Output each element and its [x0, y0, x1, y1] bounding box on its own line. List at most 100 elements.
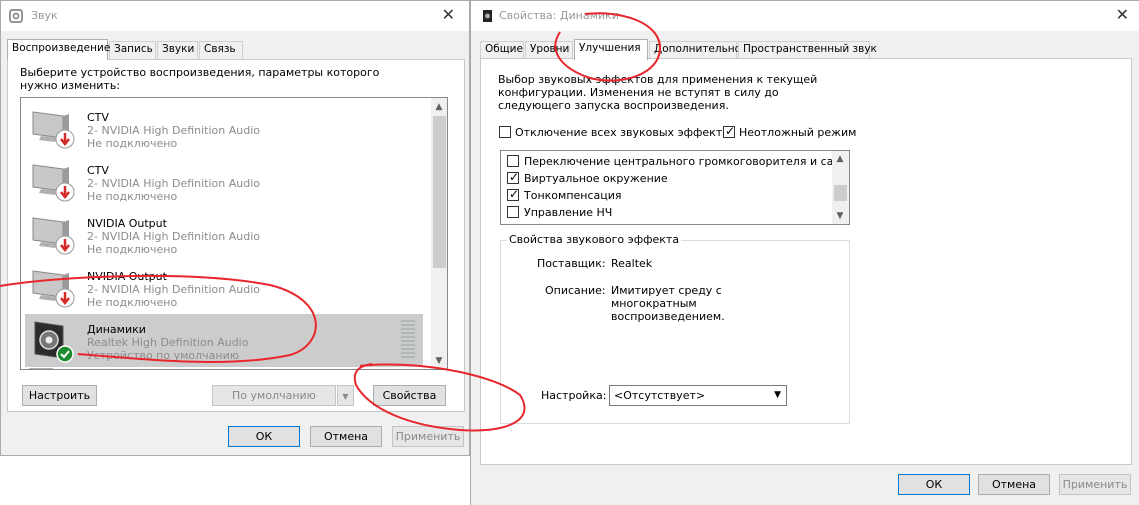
monitor-disconnected-icon: [32, 270, 75, 308]
set-default-dropdown[interactable]: ▼: [337, 385, 354, 406]
title-bar[interactable]: Звук ✕: [1, 1, 469, 31]
provider-label: Поставщик:: [537, 257, 606, 270]
tab-advanced[interactable]: Дополнительно: [649, 41, 741, 59]
device-name: CTV: [87, 111, 109, 124]
device-status: Не подключено: [87, 190, 178, 203]
scroll-down-icon[interactable]: ▼: [431, 356, 447, 366]
tab-recording[interactable]: Запись: [109, 41, 156, 59]
cancel-button[interactable]: Отмена: [310, 426, 382, 447]
apply-button[interactable]: Применить: [392, 426, 464, 447]
properties-window: Свойства: Динамики ✕ Общие Уровни Улучше…: [470, 0, 1139, 505]
speaker-icon: [9, 9, 23, 23]
device-name: NVIDIA Output: [87, 270, 167, 283]
device-list-scrollbar[interactable]: ▲ ▼: [431, 98, 447, 369]
immediate-mode-checkbox[interactable]: ✓: [723, 124, 736, 138]
device-item-speakers[interactable]: Динамики Realtek High Definition Audio У…: [25, 314, 423, 367]
scroll-up-icon[interactable]: ▲: [431, 102, 447, 112]
effect-item[interactable]: ✓ Тонкомпенсация: [501, 187, 831, 204]
effect-checkbox[interactable]: [507, 155, 519, 167]
speaker-default-icon: [34, 321, 74, 363]
effect-label: Виртуальное окружение: [524, 172, 668, 185]
effect-item[interactable]: Переключение центрального громкоговорите…: [501, 153, 849, 170]
chevron-down-icon: ▼: [774, 390, 781, 400]
device-driver: 2- NVIDIA High Definition Audio: [87, 230, 261, 243]
speaker-icon: [483, 10, 492, 22]
device-driver: 2- NVIDIA High Definition Audio: [87, 283, 261, 296]
effect-label: Переключение центрального громкоговорите…: [524, 155, 850, 168]
immediate-mode-label[interactable]: Неотложный режим: [739, 126, 856, 139]
setting-select[interactable]: <Отсутствует> ▼: [609, 385, 787, 406]
checkmark-icon: ✓: [725, 124, 736, 138]
setting-value: <Отсутствует>: [614, 389, 706, 402]
device-name: CTV: [87, 164, 109, 177]
tab-general[interactable]: Общие: [480, 41, 524, 59]
effect-item[interactable]: Управление НЧ: [501, 204, 831, 221]
scrollbar-thumb[interactable]: [433, 116, 446, 268]
ok-button[interactable]: ОК: [898, 474, 970, 495]
monitor-disconnected-icon: [32, 217, 75, 255]
tab-levels[interactable]: Уровни: [525, 41, 573, 59]
device-driver: 2- NVIDIA High Definition Audio: [87, 177, 261, 190]
tab-enhancements[interactable]: Улучшения: [574, 39, 648, 60]
device-item-ctv[interactable]: CTV 2- NVIDIA High Definition Audio Не п…: [25, 155, 423, 208]
device-status: Не подключено: [87, 243, 178, 256]
scroll-up-icon[interactable]: ▲: [832, 154, 848, 164]
tab-spatial-sound[interactable]: Пространственный звук: [738, 41, 877, 59]
effect-checkbox[interactable]: ✓: [507, 187, 520, 201]
device-item-nvidia-output[interactable]: NVIDIA Output 2- NVIDIA High Definition …: [25, 208, 423, 261]
provider-value: Realtek: [611, 257, 653, 270]
configure-button[interactable]: Настроить: [22, 385, 97, 406]
checkmark-icon: ✓: [509, 170, 520, 184]
checkmark-icon: ✓: [509, 187, 520, 201]
effects-list[interactable]: Переключение центрального громкоговорите…: [500, 150, 850, 225]
setting-label: Настройка:: [541, 389, 607, 402]
window-title: Звук: [31, 9, 58, 22]
description-value: Имитирует среду с многократным воспроизв…: [611, 284, 725, 323]
device-name: Динамики: [87, 323, 146, 336]
sound-window: Звук ✕ Воспроизведение Запись Звуки Связ…: [0, 0, 470, 456]
scroll-down-icon[interactable]: ▼: [832, 211, 848, 221]
cancel-button[interactable]: Отмена: [978, 474, 1050, 495]
device-item-nvidia-output[interactable]: NVIDIA Output 2- NVIDIA High Definition …: [25, 261, 423, 314]
tab-playback[interactable]: Воспроизведение: [7, 39, 110, 60]
properties-button[interactable]: Свойства: [373, 385, 446, 406]
window-title: Свойства: Динамики: [499, 9, 619, 22]
instruction-text: Выберите устройство воспроизведения, пар…: [20, 66, 380, 92]
description-label: Описание:: [545, 284, 606, 297]
tab-panel: Выберите устройство воспроизведения, пар…: [7, 59, 465, 412]
monitor-disconnected-icon: [32, 164, 75, 202]
group-title: Свойства звукового эффекта: [507, 233, 682, 246]
device-status: Не подключено: [87, 137, 178, 150]
tab-panel: Выбор звуковых эффектов для применения к…: [480, 58, 1132, 465]
chevron-down-icon: ▼: [342, 392, 349, 401]
enhancements-description: Выбор звуковых эффектов для применения к…: [498, 73, 818, 112]
device-item-partial[interactable]: [29, 368, 53, 369]
apply-button[interactable]: Применить: [1059, 474, 1131, 495]
disable-all-effects-checkbox[interactable]: [499, 126, 511, 138]
close-icon[interactable]: ✕: [442, 6, 455, 24]
effect-label: Управление НЧ: [524, 206, 613, 219]
device-name: NVIDIA Output: [87, 217, 167, 230]
device-driver: Realtek High Definition Audio: [87, 336, 249, 349]
effect-item[interactable]: ✓ Виртуальное окружение: [501, 170, 831, 187]
device-list[interactable]: CTV 2- NVIDIA High Definition Audio Не п…: [20, 97, 448, 370]
effect-label: Тонкомпенсация: [524, 189, 622, 202]
scrollbar-thumb[interactable]: [834, 185, 847, 201]
device-item-ctv[interactable]: CTV 2- NVIDIA High Definition Audio Не п…: [25, 102, 423, 155]
device-status: Не подключено: [87, 296, 178, 309]
tab-communications[interactable]: Связь: [199, 41, 243, 59]
disable-all-effects-label[interactable]: Отключение всех звуковых эффектов: [515, 126, 735, 139]
device-status: Устройство по умолчанию: [87, 349, 240, 362]
set-default-button[interactable]: По умолчанию: [212, 385, 336, 406]
effect-checkbox[interactable]: ✓: [507, 170, 520, 184]
effect-properties-group: Свойства звукового эффекта Поставщик: Re…: [500, 233, 850, 424]
title-bar[interactable]: Свойства: Динамики ✕: [471, 1, 1139, 31]
monitor-disconnected-icon: [32, 111, 75, 149]
close-icon[interactable]: ✕: [1116, 6, 1129, 24]
device-driver: 2- NVIDIA High Definition Audio: [87, 124, 261, 137]
ok-button[interactable]: ОК: [228, 426, 300, 447]
tab-sounds[interactable]: Звуки: [157, 41, 198, 59]
effect-checkbox[interactable]: [507, 206, 519, 218]
effects-list-scrollbar[interactable]: ▲ ▼: [832, 151, 849, 224]
volume-meter: [401, 320, 415, 360]
